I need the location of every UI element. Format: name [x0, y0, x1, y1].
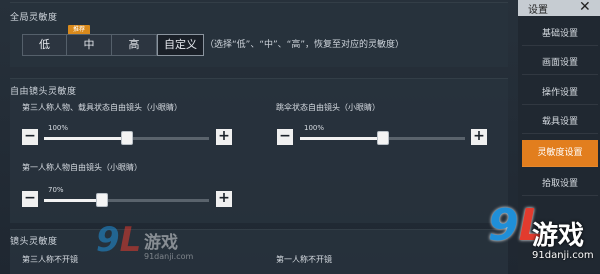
lens-sensitivity-panel [10, 229, 508, 274]
close-icon[interactable]: ✕ [579, 0, 591, 15]
first-person-minus-button[interactable]: − [22, 191, 38, 207]
sensitivity-custom-button[interactable]: 自定义 [157, 34, 204, 56]
slider-handle[interactable] [377, 131, 389, 145]
first-person-plus-button[interactable]: + [216, 191, 232, 207]
first-person-slider[interactable] [44, 193, 209, 207]
first-person-free-camera-label: 第一人称人物自由镜头（小眼睛） [22, 163, 142, 172]
third-person-no-scope-label: 第三人称不开镜 [22, 255, 78, 264]
watermark-url-right: 91danji.com [532, 250, 594, 261]
parachute-free-camera-label: 跳伞状态自由镜头（小眼睛） [276, 103, 380, 112]
sidebar-title: 设置 [528, 5, 548, 16]
watermark-url-left: 91danji.com [144, 252, 194, 261]
sidebar-item-graphics[interactable]: 画面设置 [522, 52, 598, 75]
slider-handle[interactable] [121, 131, 133, 145]
sensitivity-medium-button[interactable]: 中 [66, 34, 112, 56]
third-person-slider[interactable] [44, 131, 209, 145]
slider-fill [44, 137, 127, 140]
slider-handle[interactable] [96, 193, 108, 207]
slider-fill [44, 199, 102, 202]
third-person-free-camera-value: 100% [48, 124, 69, 132]
watermark-logo-l: L [119, 220, 142, 260]
parachute-minus-button[interactable]: − [277, 129, 293, 145]
third-person-plus-button[interactable]: + [216, 129, 232, 145]
sidebar-item-controls[interactable]: 操作设置 [522, 82, 598, 105]
first-person-no-scope-label: 第一人称不开镜 [276, 255, 332, 264]
third-person-free-camera-label: 第三人称人物、载具状态自由镜头（小眼睛） [22, 103, 182, 112]
watermark-logo-9: 9 [488, 200, 519, 251]
sensitivity-high-button[interactable]: 高 [111, 34, 157, 56]
parachute-slider[interactable] [300, 131, 465, 145]
sidebar-item-sensitivity[interactable]: 灵敏度设置 [522, 140, 598, 167]
first-person-free-camera-value: 70% [48, 186, 64, 194]
sidebar-item-vehicle[interactable]: 载具设置 [522, 111, 598, 134]
watermark-text-right: 游戏 [532, 221, 585, 251]
watermark-text-left: 游戏 [144, 233, 178, 253]
sidebar-item-pickup[interactable]: 拾取设置 [522, 173, 598, 196]
global-sensitivity-title: 全局灵敏度 [10, 13, 58, 23]
watermark-logo-left: 9L [96, 220, 141, 260]
sensitivity-low-button[interactable]: 低 [22, 34, 67, 56]
watermark-logo-9: 9 [96, 220, 120, 260]
sensitivity-hint: （选择“低”、“中”、“高”，恢复至对应的灵敏度） [205, 40, 404, 50]
parachute-plus-button[interactable]: + [471, 129, 487, 145]
lens-sensitivity-title: 镜头灵敏度 [10, 237, 58, 247]
sidebar-item-basic[interactable]: 基础设置 [522, 23, 598, 46]
third-person-minus-button[interactable]: − [22, 129, 38, 145]
free-camera-title: 自由镜头灵敏度 [10, 87, 77, 97]
parachute-free-camera-value: 100% [304, 124, 325, 132]
slider-fill [300, 137, 383, 140]
